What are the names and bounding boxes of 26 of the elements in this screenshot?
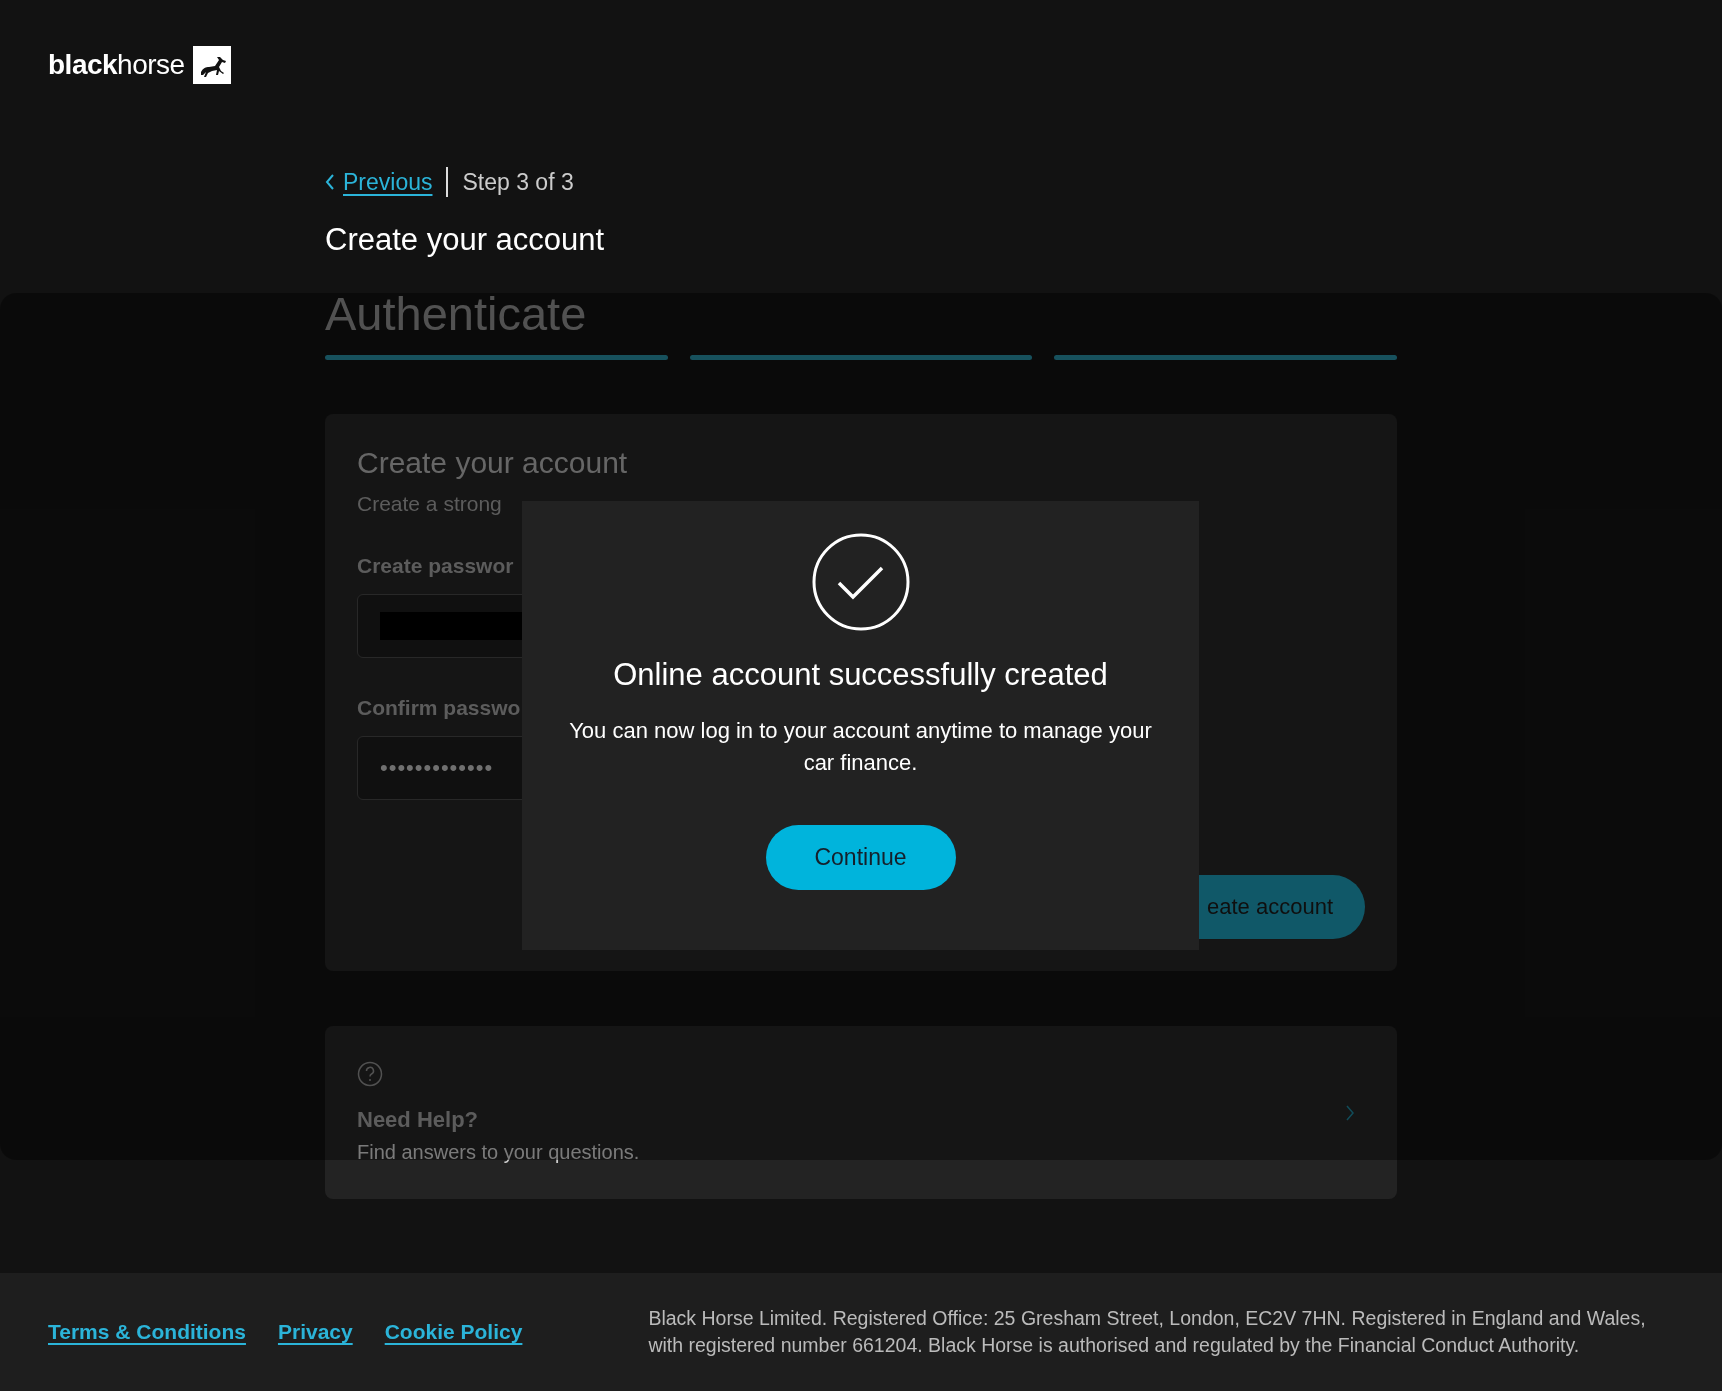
field-label: Confirm passwo bbox=[357, 696, 522, 720]
field-label: Create passwor bbox=[357, 554, 515, 578]
continue-button[interactable]: Continue bbox=[765, 825, 956, 890]
password-dots: ••••••••••••• bbox=[380, 755, 494, 781]
dialog-message: You can now log in to your account anytime to manage your car finance. bbox=[568, 717, 1153, 777]
card-title: Create your account bbox=[357, 446, 629, 480]
previous-link[interactable]: Previous bbox=[343, 168, 433, 196]
brand-logo: blackhorse bbox=[48, 49, 185, 81]
footer-link[interactable]: Cookie Policy bbox=[384, 1320, 523, 1344]
chevron-left-icon bbox=[325, 173, 335, 191]
dialog-title: Online account successfully created bbox=[613, 657, 1108, 693]
footer-link[interactable]: Terms & Conditions bbox=[48, 1320, 246, 1344]
page-title: Create your account bbox=[325, 222, 606, 258]
chevron-right-icon bbox=[1345, 1103, 1355, 1122]
section-title: Authenticate bbox=[325, 286, 588, 341]
horse-logo-icon bbox=[192, 46, 231, 84]
help-title: Need Help? bbox=[357, 1107, 480, 1133]
help-icon bbox=[357, 1061, 383, 1087]
step-indicator: Step 3 of 3 bbox=[462, 168, 574, 196]
legal-text: with registered number 661204. Black Horse is authorised and regulated by the Financial Conduct Authority. bbox=[648, 1333, 1581, 1358]
footer-link[interactable]: Privacy bbox=[277, 1320, 353, 1344]
check-circle-icon bbox=[811, 533, 910, 631]
card-subtitle: Create a strong bbox=[357, 492, 503, 516]
legal-text: Black Horse Limited. Registered Office: 25 Gresham Street, London, EC2V 7HN. Registered in England and Wales, bbox=[648, 1306, 1646, 1331]
help-text: Find answers to your questions. bbox=[357, 1141, 640, 1164]
help-card[interactable]: Need Help? Find answers to your questions. bbox=[325, 1026, 1397, 1199]
